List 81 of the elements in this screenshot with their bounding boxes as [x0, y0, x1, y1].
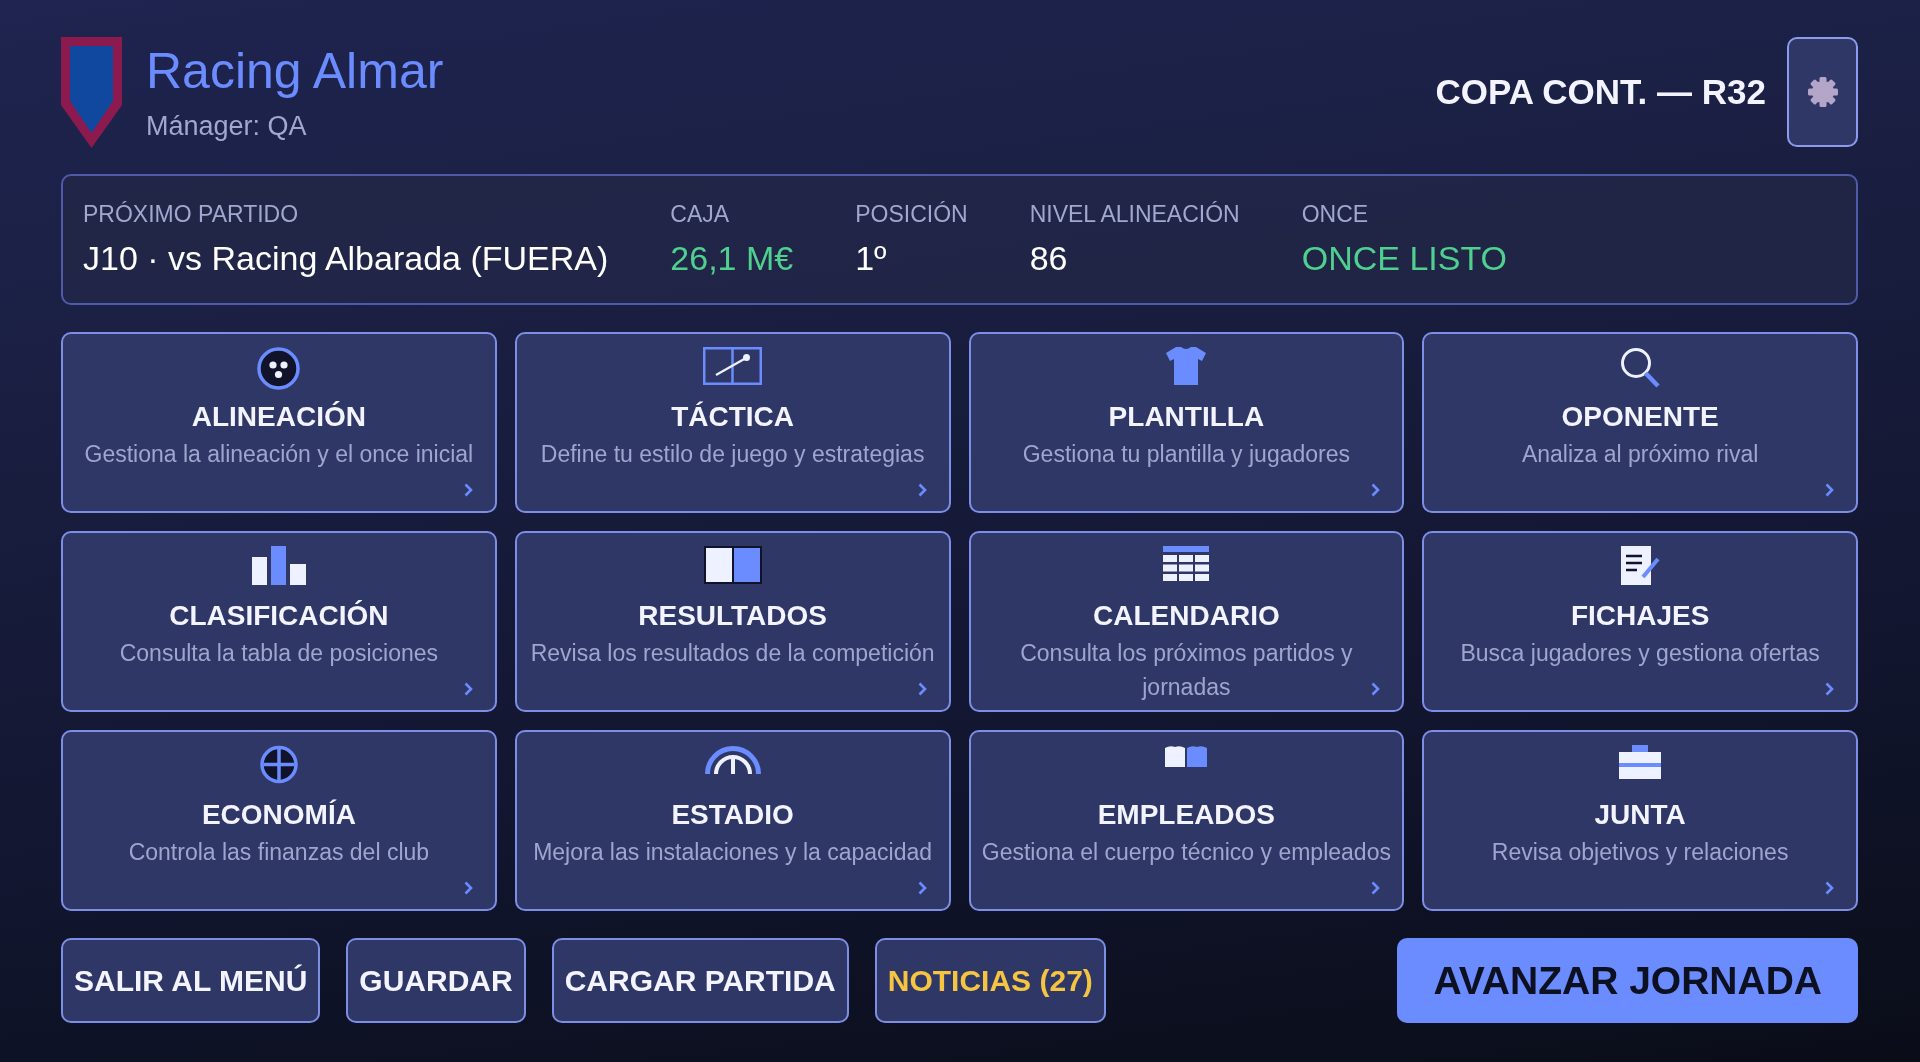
- settings-button[interactable]: [1787, 37, 1858, 147]
- menu-card[interactable]: ECONOMÍA Controla las finanzas del club: [61, 730, 497, 911]
- card-description: Revisa los resultados de la competición: [530, 640, 935, 666]
- card-description: Consulta la tabla de posiciones: [119, 640, 439, 666]
- card-title: ECONOMÍA: [201, 798, 356, 832]
- search-icon: [1620, 347, 1661, 388]
- menu-card[interactable]: CALENDARIO Consulta los próximos partidos y jornadas: [968, 531, 1405, 712]
- card-description: Controla las finanzas del club: [128, 839, 430, 865]
- primary-button[interactable]: AVANZAR JORNADA: [1397, 938, 1858, 1023]
- card-description: Define tu estilo de juego y estrategias: [540, 441, 925, 467]
- menu-card[interactable]: CLASIFICACIÓN Consulta la tabla de posiciones: [61, 531, 497, 712]
- briefcase-icon: [1619, 745, 1662, 779]
- menu-card[interactable]: OPONENTE Analiza al próximo rival: [1422, 332, 1858, 513]
- chevron-right-icon: [1371, 483, 1381, 497]
- chevron-right-icon: [1825, 483, 1834, 497]
- chevron-right-icon: [917, 483, 927, 497]
- summary-value: ONCE LISTO: [1301, 238, 1507, 278]
- chevron-right-icon: [463, 682, 473, 696]
- card-title: JUNTA: [1594, 798, 1686, 832]
- card-title: OPONENTE: [1561, 400, 1719, 434]
- card-title: ALINEACIÓN: [191, 400, 366, 434]
- calendar-icon: [1163, 546, 1210, 581]
- summary-value: 26,1 M€: [670, 238, 794, 278]
- summary-label: POSICIÓN: [855, 200, 968, 228]
- card-title: RESULTADOS: [638, 599, 827, 633]
- competition-label: COPA CONT. — R32: [1435, 72, 1766, 112]
- card-title: PLANTILLA: [1108, 400, 1265, 434]
- summary-value: 1º: [855, 238, 887, 278]
- split-panels-icon: [703, 546, 762, 584]
- shield-icon: [61, 36, 122, 148]
- card-title: FICHAJES: [1570, 599, 1710, 633]
- chevron-right-icon: [463, 881, 473, 895]
- menu-card[interactable]: FICHAJES Busca jugadores y gestiona ofertas: [1422, 531, 1858, 712]
- summary-value: J10 · vs Racing Albarada (FUERA): [83, 238, 609, 278]
- card-description: Gestiona la alineación y el once inicial: [84, 441, 474, 467]
- action-button[interactable]: CARGAR PARTIDA: [551, 938, 849, 1023]
- club-name: Racing Almar: [146, 42, 444, 100]
- card-description: Consulta los próximos partidos y jornadas: [1020, 640, 1353, 700]
- arch-icon: [704, 745, 761, 774]
- menu-card[interactable]: EMPLEADOS Gestiona el cuerpo técnico y empleados: [968, 730, 1405, 911]
- action-button[interactable]: GUARDAR: [346, 938, 526, 1023]
- notice-button[interactable]: NOTICIAS (27): [874, 938, 1106, 1023]
- crossed-circle-icon: [259, 745, 298, 784]
- menu-card[interactable]: ESTADIO Mejora las instalaciones y la capacidad: [514, 730, 951, 911]
- card-description: Gestiona el cuerpo técnico y empleados: [981, 839, 1391, 865]
- card-title: TÁCTICA: [671, 400, 795, 434]
- card-description: Gestiona tu plantilla y jugadores: [1022, 441, 1351, 467]
- card-description: Mejora las instalaciones y la capacidad: [533, 839, 933, 865]
- manager-label: Mánager: QA: [146, 110, 308, 142]
- shirt-icon: [1166, 347, 1207, 385]
- chevron-right-icon: [1371, 881, 1381, 895]
- summary-label: CAJA: [670, 200, 730, 228]
- summary-label: NIVEL ALINEACIÓN: [1029, 200, 1240, 228]
- chevron-right-icon: [1825, 682, 1834, 696]
- settings-icon: [1807, 77, 1838, 107]
- card-title: ESTADIO: [671, 798, 794, 832]
- card-title: CALENDARIO: [1093, 599, 1280, 633]
- card-title: EMPLEADOS: [1097, 798, 1276, 832]
- bar-chart-icon: [251, 546, 306, 585]
- action-button[interactable]: SALIR AL MENÚ: [61, 938, 321, 1023]
- chevron-right-icon: [917, 682, 927, 696]
- card-description: Busca jugadores y gestiona ofertas: [1460, 640, 1820, 666]
- menu-card[interactable]: RESULTADOS Revisa los resultados de la competición: [514, 531, 951, 712]
- menu-card[interactable]: TÁCTICA Define tu estilo de juego y estrategias: [514, 332, 951, 513]
- summary-value: 86: [1029, 238, 1068, 278]
- menu-card[interactable]: ALINEACIÓN Gestiona la alineación y el once inicial: [61, 332, 497, 513]
- card-description: Analiza al próximo rival: [1521, 441, 1759, 467]
- card-description: Revisa objetivos y relaciones: [1491, 839, 1789, 865]
- chevron-right-icon: [463, 483, 473, 497]
- menu-card[interactable]: PLANTILLA Gestiona tu plantilla y jugadores: [968, 332, 1405, 513]
- menu-card[interactable]: JUNTA Revisa objetivos y relaciones: [1422, 730, 1858, 911]
- document-pen-icon: [1620, 546, 1660, 585]
- chevron-right-icon: [1825, 881, 1834, 895]
- chevron-right-icon: [1371, 682, 1381, 696]
- summary-label: PRÓXIMO PARTIDO: [83, 200, 299, 228]
- dotted-circle-icon: [257, 347, 301, 390]
- summary-label: ONCE: [1301, 200, 1369, 228]
- open-book-icon: [1165, 745, 1208, 767]
- card-title: CLASIFICACIÓN: [169, 599, 389, 633]
- pitch-diagram-icon: [703, 347, 763, 385]
- chevron-right-icon: [917, 881, 927, 895]
